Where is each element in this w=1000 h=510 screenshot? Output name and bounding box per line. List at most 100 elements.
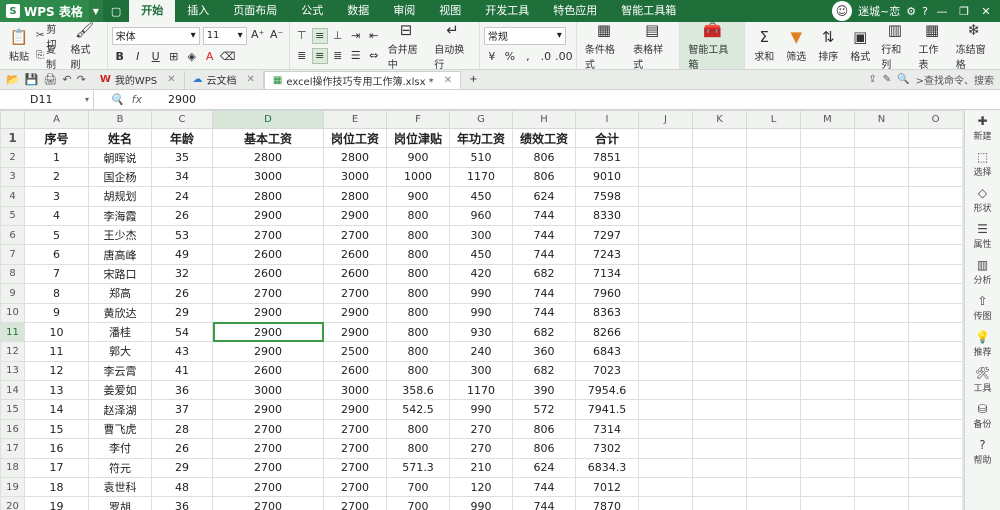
cell-k14[interactable]	[692, 380, 747, 401]
cell-o13[interactable]	[908, 360, 963, 382]
tab-formula[interactable]: 公式	[289, 0, 335, 22]
cell-i7[interactable]: 7243	[575, 244, 639, 265]
row-header[interactable]: 8	[0, 263, 25, 285]
cell-j4[interactable]	[638, 186, 693, 207]
indent-icon[interactable]: ⇥	[348, 28, 364, 44]
cell-n12[interactable]	[854, 341, 909, 362]
cell-c5[interactable]: 26	[151, 205, 213, 226]
table-style-button[interactable]: ▤ 表格样式	[629, 21, 675, 71]
format-painter-button[interactable]: 🖌 格式刷	[67, 21, 103, 71]
column-header-j[interactable]: J	[638, 110, 693, 129]
cell-h4[interactable]: 624	[512, 186, 576, 207]
close-tab-icon[interactable]: ✕	[247, 74, 255, 85]
cell-e16[interactable]: 2700	[323, 418, 387, 440]
cell-m14[interactable]	[800, 380, 855, 401]
cell-i10[interactable]: 8363	[575, 302, 639, 323]
font-size-select[interactable]: 11 ▾	[202, 26, 247, 45]
cell-g1[interactable]: 年功工资	[449, 127, 513, 149]
cell-o15[interactable]	[908, 399, 963, 420]
cell-e12[interactable]: 2500	[323, 341, 387, 362]
cell-n10[interactable]	[854, 302, 909, 323]
cell-n16[interactable]	[854, 418, 909, 440]
cell-i16[interactable]: 7314	[575, 418, 639, 440]
app-menu-button[interactable]: S WPS 表格	[0, 0, 89, 22]
cell-g9[interactable]: 990	[449, 283, 513, 304]
tab-my-wps[interactable]: W 我的WPS ✕	[92, 70, 185, 89]
cell-o12[interactable]	[908, 341, 963, 362]
cell-a4[interactable]: 3	[24, 186, 89, 207]
cell-o6[interactable]	[908, 224, 963, 246]
restore-icon[interactable]: ❐	[956, 3, 972, 19]
row-header[interactable]: 4	[0, 186, 25, 207]
cell-b19[interactable]: 袁世科	[88, 477, 152, 498]
cell-e18[interactable]: 2700	[323, 457, 387, 479]
cell-f18[interactable]: 571.3	[386, 457, 450, 479]
cell-n7[interactable]	[854, 244, 909, 265]
column-header-b[interactable]: B	[88, 110, 152, 129]
cell-j2[interactable]	[638, 147, 693, 168]
panel-item[interactable]: ⛁ 备份	[973, 402, 991, 430]
cell-l20[interactable]	[746, 496, 801, 510]
cell-c16[interactable]: 28	[151, 418, 213, 440]
cell-i9[interactable]: 7960	[575, 283, 639, 304]
formula-input[interactable]: 2900	[158, 93, 196, 106]
column-header-g[interactable]: G	[449, 110, 513, 129]
tab-review[interactable]: 审阅	[381, 0, 427, 22]
align-left-icon[interactable]: ≣	[294, 48, 310, 64]
print-icon[interactable]: 🖨	[43, 73, 57, 86]
cell-h6[interactable]: 744	[512, 224, 576, 246]
cell-g17[interactable]: 270	[449, 438, 513, 459]
cell-m13[interactable]	[800, 360, 855, 382]
cell-h3[interactable]: 806	[512, 166, 576, 188]
italic-icon[interactable]: I	[130, 49, 146, 65]
cell-h2[interactable]: 806	[512, 147, 576, 168]
cell-b12[interactable]: 郭大	[88, 341, 152, 362]
cell-d11[interactable]: 2900	[212, 321, 324, 343]
cell-i19[interactable]: 7012	[575, 477, 639, 498]
row-header[interactable]: 17	[0, 438, 25, 459]
cell-n13[interactable]	[854, 360, 909, 382]
cell-m3[interactable]	[800, 166, 855, 188]
font-name-select[interactable]: 宋体 ▾	[111, 26, 200, 45]
cell-a3[interactable]: 2	[24, 166, 89, 188]
row-header[interactable]: 15	[0, 399, 25, 420]
column-header-f[interactable]: F	[386, 110, 450, 129]
cell-l12[interactable]	[746, 341, 801, 362]
column-header-i[interactable]: I	[575, 110, 639, 129]
cell-n17[interactable]	[854, 438, 909, 459]
cell-b1[interactable]: 姓名	[88, 127, 152, 149]
cell-c15[interactable]: 37	[151, 399, 213, 420]
cell-c12[interactable]: 43	[151, 341, 213, 362]
cell-m18[interactable]	[800, 457, 855, 479]
cell-h5[interactable]: 744	[512, 205, 576, 226]
cell-e9[interactable]: 2700	[323, 283, 387, 304]
panel-item[interactable]: ▥ 分析	[973, 258, 991, 286]
cell-a20[interactable]: 19	[24, 496, 89, 510]
cell-g3[interactable]: 1170	[449, 166, 513, 188]
cell-e20[interactable]: 2700	[323, 496, 387, 510]
share-icon[interactable]: ⇪	[868, 74, 876, 85]
row-header[interactable]: 13	[0, 360, 25, 382]
cell-d6[interactable]: 2700	[212, 224, 324, 246]
cell-d18[interactable]: 2700	[212, 457, 324, 479]
fill-color-icon[interactable]: ◈	[184, 49, 200, 65]
cell-b17[interactable]: 李付	[88, 438, 152, 459]
cell-l10[interactable]	[746, 302, 801, 323]
cell-j18[interactable]	[638, 457, 693, 479]
cell-g13[interactable]: 300	[449, 360, 513, 382]
cell-d13[interactable]: 2600	[212, 360, 324, 382]
column-header-d[interactable]: D	[212, 110, 324, 129]
cell-k12[interactable]	[692, 341, 747, 362]
cell-l7[interactable]	[746, 244, 801, 265]
cell-i12[interactable]: 6843	[575, 341, 639, 362]
tab-insert[interactable]: 插入	[175, 0, 221, 22]
settings-icon[interactable]: ⚙	[906, 5, 916, 18]
cell-b10[interactable]: 黄欣达	[88, 302, 152, 323]
cell-f5[interactable]: 800	[386, 205, 450, 226]
close-icon[interactable]: ✕	[978, 3, 994, 19]
cell-c19[interactable]: 48	[151, 477, 213, 498]
cell-c8[interactable]: 32	[151, 263, 213, 285]
redo-icon[interactable]: ↷	[77, 73, 86, 86]
tab-view[interactable]: 视图	[427, 0, 473, 22]
save-icon[interactable]: 💾	[25, 73, 39, 86]
